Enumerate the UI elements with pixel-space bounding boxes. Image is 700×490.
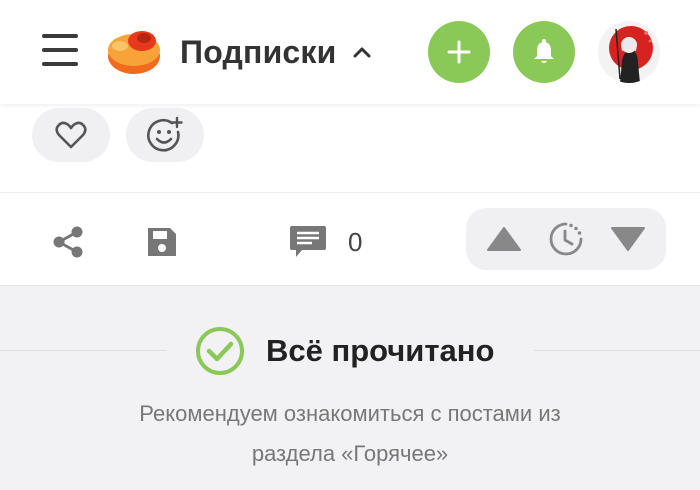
- plus-icon: [447, 40, 471, 64]
- share-button[interactable]: [46, 220, 90, 264]
- feed-end-header: Всё прочитано: [194, 326, 494, 376]
- triangle-up-icon: [487, 227, 521, 251]
- save-button[interactable]: [140, 220, 184, 264]
- separator: [534, 350, 700, 351]
- clock-dashed-icon: [549, 222, 583, 256]
- save-icon: [148, 228, 176, 256]
- feed-end-title: Всё прочитано: [266, 333, 495, 368]
- user-avatar[interactable]: [598, 21, 660, 83]
- post-card: 0: [0, 104, 700, 286]
- check-circle-icon: [196, 327, 244, 375]
- recommend-line: Рекомендуем ознакомиться с постами из: [139, 401, 561, 426]
- comment-icon: [290, 226, 326, 257]
- add-post-button[interactable]: [428, 21, 490, 83]
- chevron-up-icon: [353, 47, 371, 58]
- comments-button[interactable]: 0: [288, 220, 362, 264]
- feed-title: Подписки: [180, 33, 337, 70]
- notifications-button[interactable]: [513, 21, 575, 83]
- rating-pending: [544, 208, 588, 270]
- menu-line: [42, 48, 78, 52]
- rating-block: [466, 208, 666, 270]
- menu-line: [42, 62, 78, 66]
- bell-icon: [534, 39, 554, 63]
- separator: [0, 350, 166, 351]
- divider: [0, 192, 700, 193]
- triangle-down-icon: [611, 227, 645, 251]
- smile-plus-icon: [147, 116, 183, 152]
- top-bar: Подписки: [0, 0, 700, 104]
- menu-line: [42, 34, 78, 38]
- downvote-button[interactable]: [606, 208, 650, 270]
- upvote-button[interactable]: [482, 208, 526, 270]
- heart-icon: [55, 121, 87, 149]
- recommend-text: Рекомендуем ознакомиться с постами из ра…: [50, 394, 650, 474]
- menu-icon[interactable]: [40, 32, 80, 68]
- pikabu-logo-icon[interactable]: [106, 24, 164, 78]
- comments-count: 0: [348, 226, 363, 257]
- like-button[interactable]: [32, 108, 110, 162]
- add-reaction-button[interactable]: [126, 108, 204, 162]
- hot-section-link[interactable]: раздела «Горячее»: [252, 441, 448, 466]
- feed-selector[interactable]: Подписки: [180, 30, 373, 74]
- share-icon: [53, 226, 83, 258]
